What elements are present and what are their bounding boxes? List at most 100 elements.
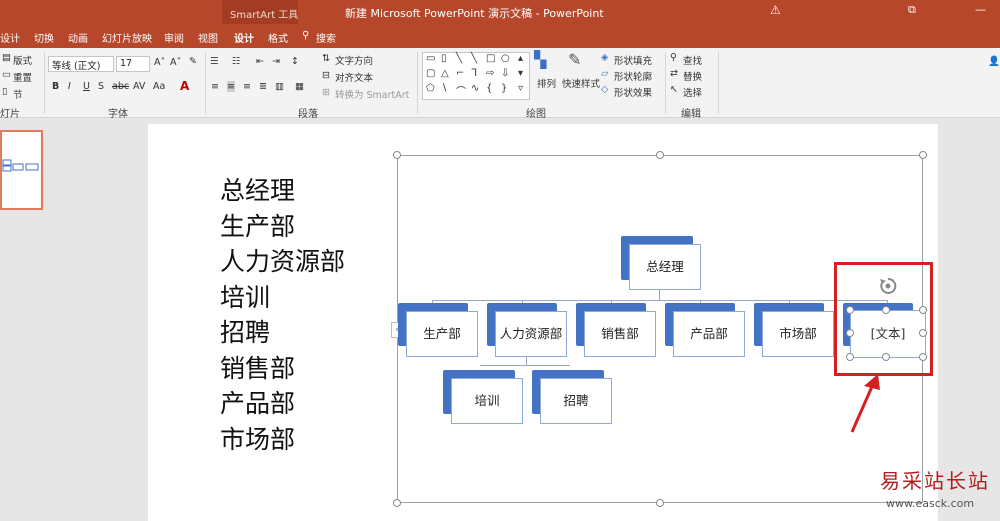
rectangle-shape-icon[interactable]: □: [486, 53, 495, 64]
frame-resize-handle[interactable]: [656, 499, 664, 507]
underline-icon[interactable]: U: [83, 81, 90, 92]
section-button[interactable]: 节: [13, 87, 23, 101]
italic-icon[interactable]: I: [68, 81, 71, 92]
tab-transitions[interactable]: 切换: [34, 30, 54, 45]
arrange-button[interactable]: 排列: [537, 76, 556, 90]
rounded-rect-shape-icon[interactable]: ▢: [426, 68, 435, 79]
oval-shape-icon[interactable]: ○: [501, 53, 510, 64]
decrease-indent-icon[interactable]: ⇤: [256, 56, 264, 67]
font-size-combo[interactable]: 17: [116, 56, 150, 72]
change-case-icon[interactable]: Aa: [153, 81, 165, 92]
brace-right-shape-icon[interactable]: }: [501, 83, 507, 94]
shadow-icon[interactable]: S: [98, 81, 104, 92]
connector-line: [432, 300, 888, 301]
text-direction-icon[interactable]: ⇅: [322, 53, 330, 64]
frame-resize-handle[interactable]: [656, 151, 664, 159]
text-direction-button[interactable]: 文字方向: [335, 53, 373, 67]
freeform-shape-icon[interactable]: ∿: [471, 83, 479, 94]
tab-search[interactable]: 搜索: [316, 30, 336, 45]
align-right-icon[interactable]: ≡: [243, 81, 251, 92]
line-shape-icon[interactable]: ╲: [456, 53, 462, 64]
align-center-icon[interactable]: ≡: [227, 81, 235, 92]
reset-icon[interactable]: ▭: [2, 69, 11, 80]
user-icon[interactable]: 👤: [988, 56, 1000, 67]
align-left-icon[interactable]: ≡: [211, 81, 219, 92]
arc-shape-icon[interactable]: ⌒: [456, 83, 466, 98]
pentagon-shape-icon[interactable]: ⬠: [426, 83, 435, 94]
bold-icon[interactable]: B: [52, 81, 59, 92]
arrow-down-shape-icon[interactable]: ⇩: [501, 68, 509, 79]
connector2-shape-icon[interactable]: ᒣ: [471, 68, 477, 79]
minimize-icon[interactable]: —: [975, 3, 986, 16]
line2-shape-icon[interactable]: ╲: [471, 53, 477, 64]
tab-animations[interactable]: 动画: [68, 30, 88, 45]
tab-review[interactable]: 审阅: [164, 30, 184, 45]
frame-resize-handle[interactable]: [919, 151, 927, 159]
ribbon: ▤ 版式 ▭ 重置 ▯ 节 灯片 等线 (正文) 17 A˄ A˅ ✎ B I …: [0, 48, 1000, 120]
arrange-icon[interactable]: ▚: [534, 50, 546, 69]
shape-outline-button[interactable]: 形状轮廓: [614, 69, 652, 83]
connector-line: [659, 290, 660, 300]
shrink-font-icon[interactable]: A˅: [170, 57, 181, 68]
gallery-scroll-down-icon[interactable]: ▾: [518, 68, 523, 79]
replace-icon[interactable]: ⇄: [670, 68, 678, 79]
bullets-icon[interactable]: ☰: [210, 56, 219, 67]
quick-styles-button[interactable]: 快速样式: [562, 76, 600, 90]
shape-effects-button[interactable]: 形状效果: [614, 85, 652, 99]
shape-fill-icon[interactable]: ◈: [601, 52, 608, 63]
grow-font-icon[interactable]: A˄: [154, 57, 165, 68]
select-icon[interactable]: ↖: [670, 84, 678, 95]
gallery-scroll-up-icon[interactable]: ▴: [518, 53, 523, 64]
tab-view[interactable]: 视图: [198, 30, 218, 45]
increase-indent-icon[interactable]: ⇥: [272, 56, 280, 67]
search-icon[interactable]: ⚲: [302, 30, 309, 41]
brace-left-shape-icon[interactable]: {: [486, 83, 492, 94]
strikethrough-icon[interactable]: abc: [112, 81, 129, 92]
frame-resize-handle[interactable]: [393, 151, 401, 159]
shape-effects-icon[interactable]: ◇: [601, 84, 608, 95]
section-icon[interactable]: ▯: [2, 86, 7, 97]
list-item: 市场部: [220, 424, 296, 454]
line-spacing-icon[interactable]: ↕: [291, 56, 299, 67]
list-item: 销售部: [220, 353, 296, 383]
convert-smartart-button[interactable]: 转换为 SmartArt: [335, 87, 409, 101]
font-name-combo[interactable]: 等线 (正文): [48, 56, 114, 72]
clear-format-icon[interactable]: ✎: [189, 56, 197, 67]
shape-outline-icon[interactable]: ▱: [601, 68, 608, 79]
ribbon-display-options-icon[interactable]: ⧉: [908, 3, 916, 17]
align-text-icon[interactable]: ⊟: [322, 70, 330, 81]
select-button[interactable]: 选择: [683, 85, 702, 99]
arrow-right-shape-icon[interactable]: ⇨: [486, 68, 494, 79]
tab-smartart-design[interactable]: 设计: [234, 30, 254, 45]
shapes-gallery[interactable]: ▭ ▯ ╲ ╲ □ ○ ▢ △ ⌐ ᒣ ⇨ ⇩ ⬠ ∖ ⌒ ∿ { } ▴ ▾ …: [422, 52, 530, 100]
justify-icon[interactable]: ≣: [259, 81, 267, 92]
numbering-icon[interactable]: ☷: [232, 56, 241, 67]
warning-icon[interactable]: ⚠: [770, 3, 781, 17]
find-icon[interactable]: ⚲: [670, 52, 677, 63]
text-list[interactable]: 总经理 生产部 人力资源部 培训 招聘 销售部 产品部 市场部: [220, 173, 345, 457]
replace-button[interactable]: 替换: [683, 69, 702, 83]
curve-shape-icon[interactable]: ∖: [441, 83, 447, 94]
triangle-shape-icon[interactable]: △: [441, 68, 449, 79]
layout-icon[interactable]: ▤: [2, 52, 11, 63]
char-spacing-icon[interactable]: AV: [133, 81, 145, 92]
font-color-icon[interactable]: A: [180, 79, 189, 93]
distributed-icon[interactable]: ▥: [275, 81, 284, 92]
reset-button[interactable]: 重置: [13, 70, 32, 84]
gallery-more-icon[interactable]: ▿: [518, 83, 523, 94]
layout-button[interactable]: 版式: [13, 53, 32, 67]
columns-icon[interactable]: ▦: [295, 81, 304, 92]
textbox-vertical-shape-icon[interactable]: ▯: [441, 53, 447, 64]
shape-fill-button[interactable]: 形状填充: [614, 53, 652, 67]
connector-shape-icon[interactable]: ⌐: [456, 68, 464, 79]
tab-smartart-format[interactable]: 格式: [268, 30, 288, 45]
find-button[interactable]: 查找: [683, 53, 702, 67]
quick-styles-icon[interactable]: ✎: [568, 50, 581, 69]
frame-resize-handle[interactable]: [393, 499, 401, 507]
convert-smartart-icon[interactable]: ⊞: [322, 87, 330, 98]
tab-design[interactable]: 设计: [0, 30, 20, 45]
slide-thumbnail[interactable]: [0, 130, 43, 210]
textbox-shape-icon[interactable]: ▭: [426, 53, 435, 64]
tab-slideshow[interactable]: 幻灯片放映: [102, 30, 152, 45]
align-text-button[interactable]: 对齐文本: [335, 70, 373, 84]
